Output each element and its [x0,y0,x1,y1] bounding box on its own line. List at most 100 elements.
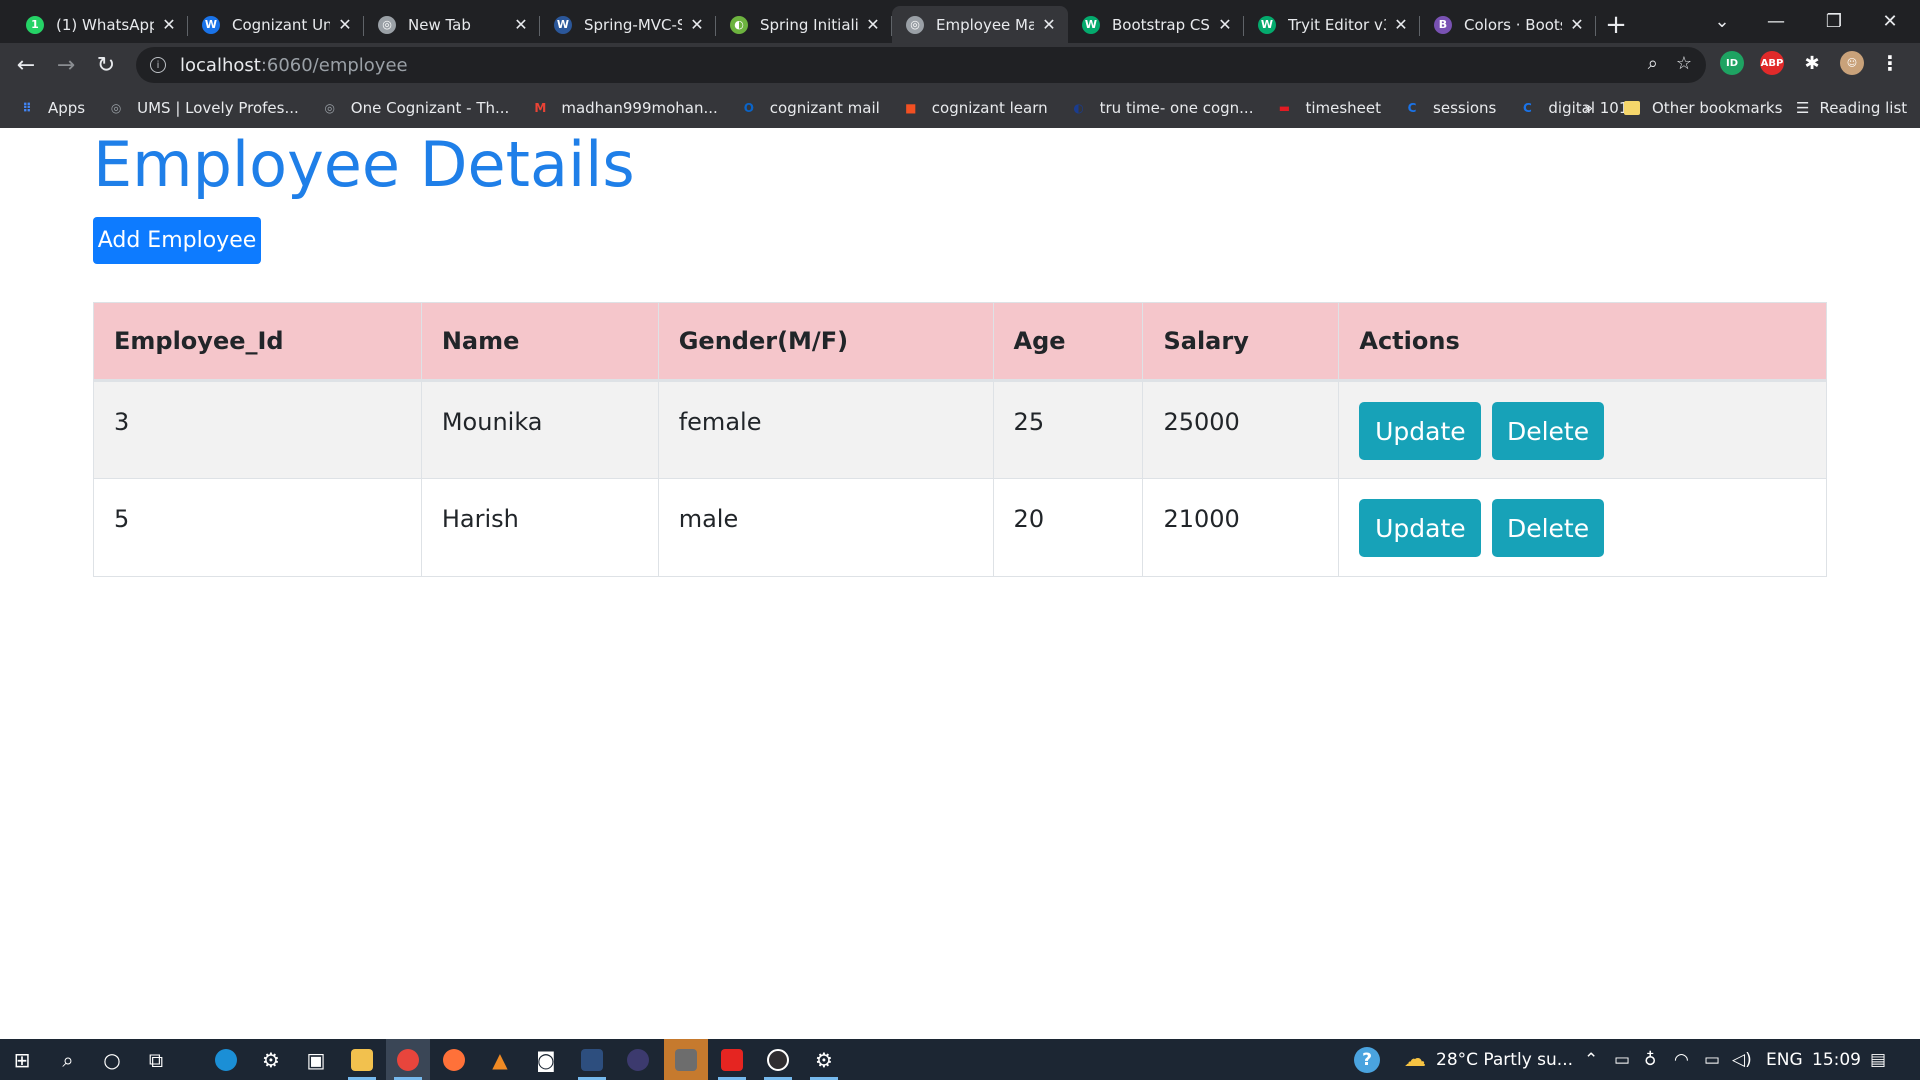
tab-1[interactable]: W Cognizant Uni ✕ [188,6,364,43]
tab-close-icon[interactable]: ✕ [336,15,354,34]
tab-separator [1595,16,1596,36]
back-icon[interactable]: ← [6,45,46,85]
bookmark-item[interactable]: ■ cognizant learn [902,99,1048,117]
tab-close-icon[interactable]: ✕ [1040,15,1058,34]
tab-0[interactable]: 1 (1) WhatsApp ✕ [12,6,188,43]
bookmark-item[interactable]: Cdigital 101 [1518,99,1628,117]
tab-title: Spring-MVC-S [584,15,682,34]
obs-icon[interactable] [756,1039,800,1080]
weather-widget[interactable]: ☁ 28°C Partly su... [1404,1039,1573,1080]
reload-icon[interactable]: ↻ [86,45,126,85]
tab-2[interactable]: ◎ New Tab ✕ [364,6,540,43]
tab-close-icon[interactable]: ✕ [512,15,530,34]
sts-icon[interactable] [570,1039,614,1080]
minimize-icon[interactable]: — [1748,0,1804,43]
adblock-icon[interactable]: ABP [1760,51,1784,75]
battery-icon[interactable]: ▭ [1704,1039,1720,1080]
add-employee-button[interactable]: Add Employee [93,217,261,264]
more-bookmarks-button[interactable]: » [1584,87,1593,128]
profile-avatar[interactable]: ☺ [1840,51,1864,75]
microphone-icon[interactable]: ♁ [1644,1039,1656,1080]
settings-icon[interactable]: ⚙ [249,1039,293,1080]
tab-4[interactable]: ◐ Spring Initializ ✕ [716,6,892,43]
w3schools-icon: W [1258,15,1276,34]
delete-button[interactable]: Delete [1492,402,1605,460]
windows-start-icon[interactable]: ⊞ [0,1039,44,1080]
vlc-icon[interactable]: ▲ [478,1039,522,1080]
forward-icon[interactable]: → [46,45,86,85]
tab-8[interactable]: B Colors · Boots ✕ [1420,6,1596,43]
search-icon[interactable]: ⌕ [46,1039,90,1080]
tab-title: Colors · Boots [1464,15,1562,34]
wifi-icon[interactable]: ◠ [1674,1039,1689,1080]
help-icon[interactable]: ? [1354,1039,1380,1080]
delete-button[interactable]: Delete [1492,499,1605,557]
notifications-icon[interactable]: ▤ [1870,1039,1886,1080]
chrome-taskbar-icon[interactable] [386,1039,430,1080]
address-bar[interactable]: i localhost:6060/employee ⌕ ☆ [136,47,1706,83]
store-icon[interactable]: ▣ [294,1039,338,1080]
extensions-puzzle-icon[interactable]: ✱ [1800,51,1824,75]
bookmark-item[interactable]: ◐ tru time- one cogn... [1070,99,1253,117]
bookmark-item[interactable]: ⠿ Apps [18,99,85,117]
zoom-icon[interactable]: ⌕ [1648,53,1658,74]
task-view-icon[interactable]: ⧉ [134,1039,178,1080]
tab-close-icon[interactable]: ✕ [1216,15,1234,34]
tab-close-icon[interactable]: ✕ [864,15,882,34]
file-explorer-icon[interactable] [340,1039,384,1080]
tab-6[interactable]: W Bootstrap CSS ✕ [1068,6,1244,43]
cell-age: 25 [992,380,1144,479]
extension-icon[interactable]: ID [1720,51,1744,75]
cell-name: Mounika [420,380,659,479]
eclipse-icon[interactable] [616,1039,660,1080]
bookmark-item[interactable]: Mmadhan999mohan... [531,99,717,117]
bookmark-item[interactable]: Csessions [1403,98,1497,117]
restore-icon[interactable]: ❐ [1806,0,1862,43]
tab-close-icon[interactable]: ✕ [688,15,706,34]
tab-close-icon[interactable]: ✕ [1568,15,1586,34]
tab-5[interactable]: ◎ Employee Man ✕ [892,6,1068,43]
tab-close-icon[interactable]: ✕ [160,15,178,34]
other-bookmarks-folder[interactable]: Other bookmarks [1624,87,1782,128]
bookmark-item[interactable]: Ocognizant mail [740,99,880,117]
col-header-actions: Actions [1338,302,1827,382]
bookmark-item[interactable]: ◎ UMS | Lovely Profes... [107,99,299,117]
volume-icon[interactable]: ◁) [1732,1039,1752,1080]
chrome-icon: ◎ [378,15,396,34]
cortana-icon[interactable]: ○ [90,1039,134,1080]
tab-3[interactable]: W Spring-MVC-S ✕ [540,6,716,43]
reading-list-button[interactable]: ☰ Reading list [1796,87,1907,128]
firefox-icon[interactable] [432,1039,476,1080]
bookmark-label: madhan999mohan... [561,98,718,117]
app-icon[interactable] [664,1039,708,1080]
bookmark-label: sessions [1433,98,1497,117]
meet-icon[interactable]: ▭ [1614,1039,1630,1080]
reading-list-icon: ☰ [1796,98,1810,117]
tab-search-icon[interactable]: ⌄ [1694,0,1750,43]
cognizant-icon: W [202,15,220,34]
new-tab-button[interactable]: + [1596,6,1636,43]
site-info-icon[interactable]: i [150,57,166,73]
bookmark-star-icon[interactable]: ☆ [1676,53,1692,74]
tab-close-icon[interactable]: ✕ [1392,15,1410,34]
bookmark-item[interactable]: ◎ One Cognizant - Th... [321,99,510,117]
update-button[interactable]: Update [1359,499,1482,557]
omnibox-actions: ⌕ ☆ [1648,53,1692,74]
bookmark-list: ⠿ Apps ◎ UMS | Lovely Profes... ◎ One Cogniza… [18,99,1650,117]
clock[interactable]: 15:09 [1812,1039,1861,1080]
menu-kebab-icon[interactable]: ⋮ [1878,51,1902,75]
tab-7[interactable]: W Tryit Editor v3. ✕ [1244,6,1420,43]
settings-gear-icon[interactable]: ⚙ [802,1039,846,1080]
tray-chevron-icon[interactable]: ⌃ [1584,1039,1598,1080]
bookmark-label: One Cognizant - Th... [350,98,510,117]
edge-icon[interactable] [204,1039,248,1080]
update-button[interactable]: Update [1359,402,1482,460]
bookmark-label: cognizant mail [769,98,880,117]
col-header-name: Name [420,302,659,382]
language-indicator[interactable]: ENG [1766,1039,1803,1080]
close-window-icon[interactable]: ✕ [1862,0,1918,43]
bookmark-item[interactable]: ▬ timesheet [1275,99,1381,117]
acrobat-icon[interactable] [710,1039,754,1080]
cell-actions: Update Delete [1338,380,1827,479]
camera-icon[interactable]: ◙ [524,1039,568,1080]
